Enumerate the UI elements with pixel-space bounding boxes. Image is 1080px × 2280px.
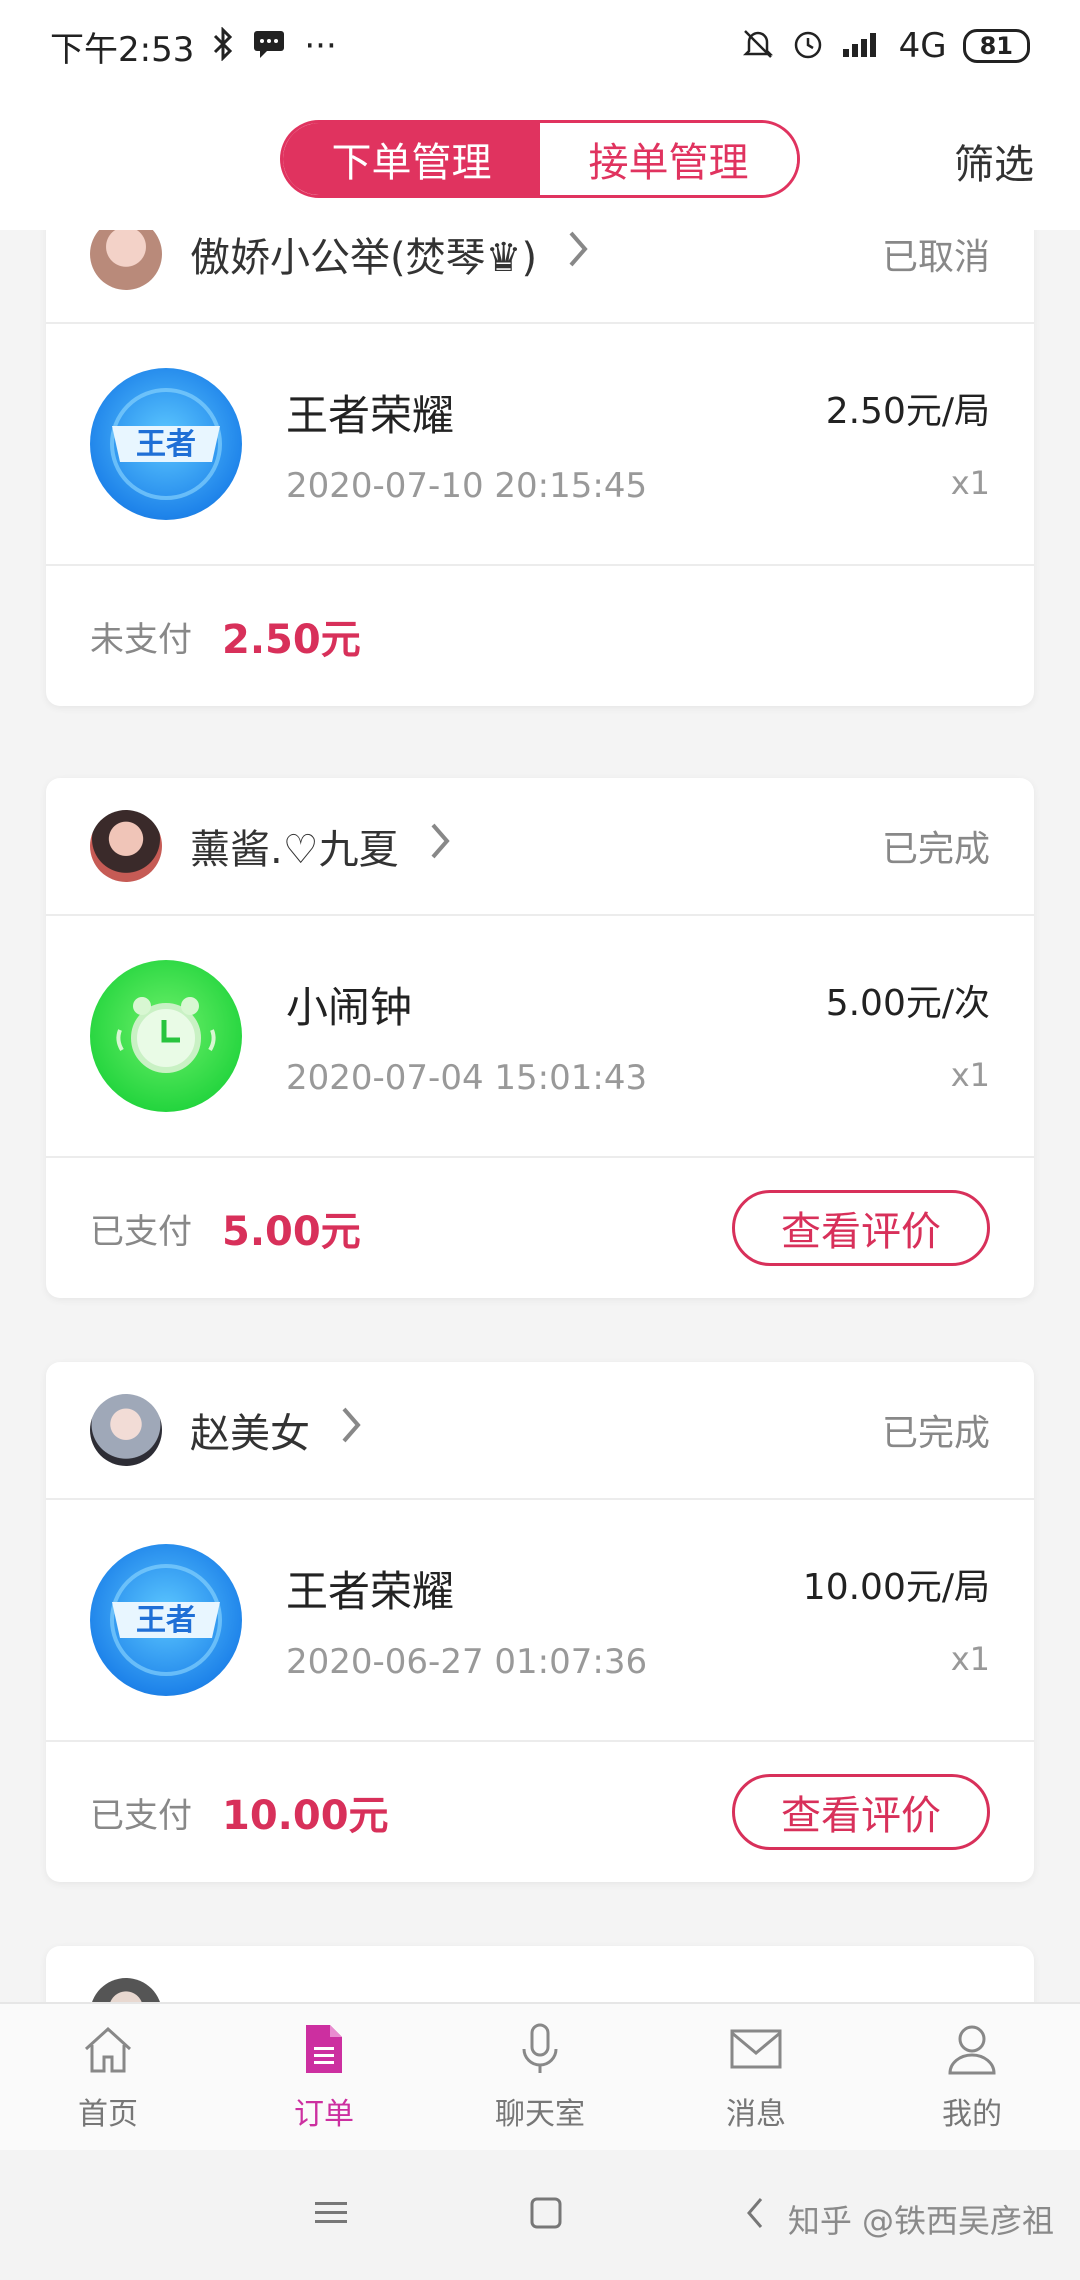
chevron-right-icon — [340, 1405, 362, 1456]
order-card-header[interactable] — [46, 1946, 1034, 2002]
bottom-navigation: 首页 订单 聊天室 消息 我的 — [0, 2002, 1080, 2150]
honor-of-kings-game-icon: 王者 — [90, 368, 242, 520]
unit-price: 10.00元/局 — [802, 1567, 990, 1608]
seller-avatar — [90, 1394, 162, 1466]
network-type: 4G — [898, 26, 947, 66]
order-mode-segmented-control: 下单管理 接单管理 — [280, 120, 800, 198]
nav-orders-label: 订单 — [294, 2097, 354, 2132]
recent-apps-icon[interactable] — [313, 2198, 349, 2232]
seller-name: 赵美女 — [190, 1411, 310, 1457]
seller-avatar — [90, 1978, 162, 2002]
mute-bell-icon — [741, 27, 775, 66]
more-dots: ··· — [304, 26, 337, 66]
top-header: 下单管理 接单管理 筛选 — [0, 92, 1080, 230]
order-time: 2020-06-27 01:07:36 — [286, 1642, 648, 1682]
nav-chatroom[interactable]: 聊天室 — [432, 2004, 648, 2150]
alarm-icon — [791, 27, 825, 66]
quantity: x1 — [950, 464, 990, 502]
unit-price: 2.50元/局 — [825, 391, 990, 432]
order-amount: 2.50元 — [222, 617, 361, 663]
nav-messages-label: 消息 — [726, 2097, 786, 2132]
view-review-button[interactable]: 查看评价 — [732, 1774, 990, 1850]
game-icon-text: 王者 — [136, 427, 196, 462]
order-card-partial[interactable] — [46, 1946, 1034, 2002]
service-name: 小闹钟 — [286, 983, 413, 1032]
tab-place-order[interactable]: 下单管理 — [283, 123, 540, 195]
quantity: x1 — [950, 1640, 990, 1678]
status-time: 下午2:53 — [50, 29, 195, 70]
chevron-right-icon — [567, 230, 589, 280]
user-icon — [944, 2021, 1000, 2081]
microphone-icon — [512, 2021, 568, 2081]
nav-home[interactable]: 首页 — [0, 2004, 216, 2150]
bluetooth-icon — [212, 25, 234, 66]
order-list[interactable]: 傲娇小公举(焚琴♛) 已取消 王者 王者荣耀 2020-07-10 20:15:… — [0, 230, 1080, 2002]
order-time: 2020-07-10 20:15:45 — [286, 466, 648, 506]
order-status: 已完成 — [881, 829, 990, 870]
view-review-button[interactable]: 查看评价 — [732, 1190, 990, 1266]
order-card-footer: 已支付 5.00元 查看评价 — [46, 1158, 1034, 1298]
service-name: 王者荣耀 — [286, 391, 455, 440]
seller-avatar — [90, 230, 162, 290]
unit-price: 5.00元/次 — [825, 983, 990, 1024]
order-card[interactable]: 赵美女 已完成 王者 王者荣耀 2020-06-27 01:07:36 10.0… — [46, 1362, 1034, 1882]
seller-avatar — [90, 810, 162, 882]
order-time: 2020-07-04 15:01:43 — [286, 1058, 648, 1098]
watermark-text: 知乎 @铁西吴彦祖 — [787, 2202, 1054, 2240]
order-card-header[interactable]: 赵美女 已完成 — [46, 1362, 1034, 1500]
order-status: 已取消 — [881, 237, 990, 278]
filter-button[interactable]: 筛选 — [954, 132, 1034, 190]
mail-icon — [728, 2021, 784, 2081]
order-card[interactable]: 傲娇小公举(焚琴♛) 已取消 王者 王者荣耀 2020-07-10 20:15:… — [46, 230, 1034, 706]
order-card-header[interactable]: 薰酱.♡九夏 已完成 — [46, 778, 1034, 916]
back-icon[interactable] — [743, 2195, 767, 2235]
order-card-footer: 未支付 2.50元 — [46, 566, 1034, 706]
order-icon — [296, 2021, 352, 2081]
game-icon-text: 王者 — [136, 1603, 196, 1638]
order-amount: 5.00元 — [222, 1209, 361, 1255]
nav-chatroom-label: 聊天室 — [495, 2097, 585, 2132]
quantity: x1 — [950, 1056, 990, 1094]
order-card-header[interactable]: 傲娇小公举(焚琴♛) 已取消 — [46, 230, 1034, 324]
alarm-clock-service-icon — [90, 960, 242, 1112]
status-bar: 下午2:53 ··· 4G 81 — [0, 0, 1080, 92]
payment-status: 未支付 — [90, 619, 192, 660]
battery-indicator: 81 — [962, 29, 1030, 63]
order-card[interactable]: 薰酱.♡九夏 已完成 小闹钟 2020-07-04 15:01:43 5.00元… — [46, 778, 1034, 1298]
order-card-body[interactable]: 王者 王者荣耀 2020-07-10 20:15:45 2.50元/局 x1 — [46, 324, 1034, 566]
order-amount: 10.00元 — [222, 1793, 389, 1839]
nav-profile[interactable]: 我的 — [864, 2004, 1080, 2150]
nav-orders[interactable]: 订单 — [216, 2004, 432, 2150]
nav-messages[interactable]: 消息 — [648, 2004, 864, 2150]
nav-profile-label: 我的 — [942, 2097, 1002, 2132]
seller-name: 傲娇小公举(焚琴♛) — [190, 235, 538, 281]
chevron-right-icon — [429, 821, 451, 872]
tab-receive-order[interactable]: 接单管理 — [540, 123, 797, 195]
home-button-icon[interactable] — [529, 2196, 563, 2234]
service-name: 王者荣耀 — [286, 1567, 455, 1616]
honor-of-kings-game-icon: 王者 — [90, 1544, 242, 1696]
order-card-body[interactable]: 王者 王者荣耀 2020-06-27 01:07:36 10.00元/局 x1 — [46, 1500, 1034, 1742]
message-icon — [252, 29, 286, 64]
order-status: 已完成 — [881, 1413, 990, 1454]
payment-status: 已支付 — [90, 1211, 192, 1252]
nav-home-label: 首页 — [78, 2097, 138, 2132]
home-icon — [80, 2021, 136, 2081]
order-card-footer: 已支付 10.00元 查看评价 — [46, 1742, 1034, 1882]
payment-status: 已支付 — [90, 1795, 192, 1836]
seller-name: 薰酱.♡九夏 — [190, 827, 399, 873]
order-card-body[interactable]: 小闹钟 2020-07-04 15:01:43 5.00元/次 x1 — [46, 916, 1034, 1158]
signal-icon — [841, 29, 883, 64]
